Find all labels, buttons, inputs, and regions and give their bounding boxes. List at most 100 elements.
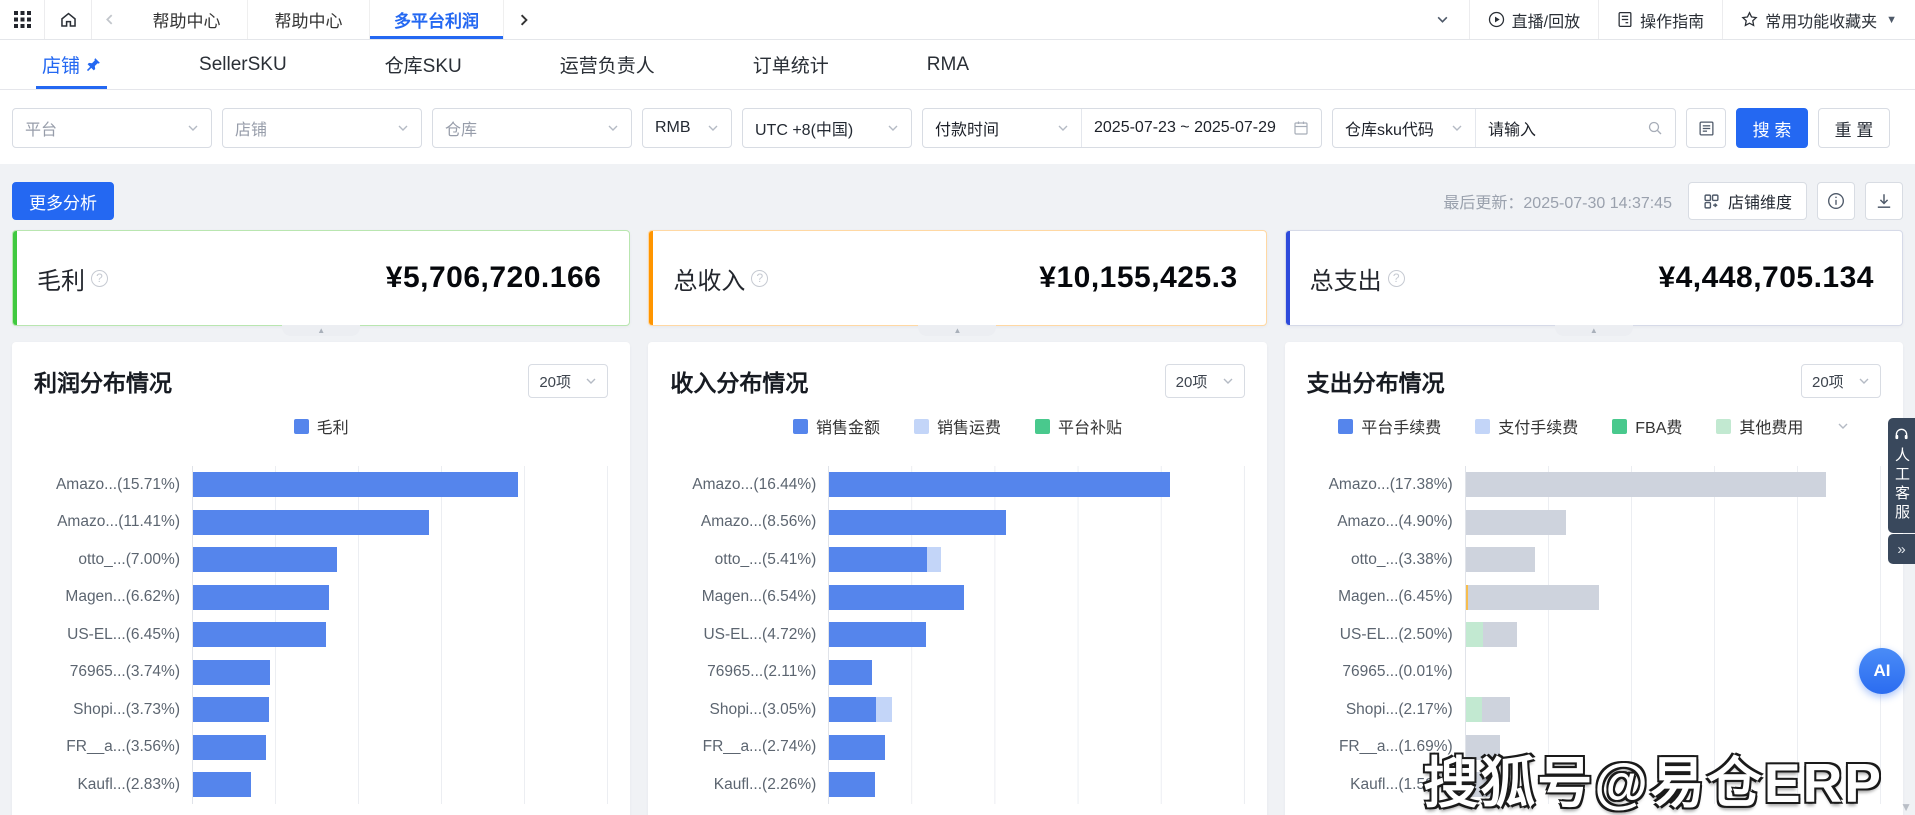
search-button[interactable]: 搜 索 bbox=[1736, 108, 1808, 148]
legend-item[interactable]: 销售金额 bbox=[793, 414, 880, 438]
legend-item[interactable]: 销售运费 bbox=[914, 414, 1001, 438]
bar-row[interactable] bbox=[828, 691, 1243, 729]
time-type-select[interactable]: 付款时间 bbox=[923, 109, 1081, 147]
bar-row[interactable] bbox=[828, 466, 1243, 504]
bar-segment bbox=[828, 510, 1006, 535]
warehouse-select[interactable]: 仓库 bbox=[432, 108, 632, 148]
bar-row[interactable] bbox=[192, 691, 607, 729]
bar-row[interactable] bbox=[1465, 579, 1880, 617]
search-icon bbox=[1647, 120, 1663, 136]
open-tab[interactable]: 多平台利润 bbox=[370, 0, 504, 39]
help-icon[interactable]: ? bbox=[1388, 270, 1405, 287]
item-count-select[interactable]: 20项 bbox=[1165, 364, 1245, 398]
help-icon[interactable]: ? bbox=[751, 270, 768, 287]
bar-row[interactable] bbox=[1465, 616, 1880, 654]
sku-search-input[interactable]: 请输入 bbox=[1475, 109, 1675, 147]
apps-grid-icon[interactable] bbox=[0, 0, 44, 39]
kpi-collapse-tab[interactable]: ▲ bbox=[918, 325, 996, 336]
bar-row[interactable] bbox=[1465, 691, 1880, 729]
legend-item[interactable]: 支付手续费 bbox=[1475, 414, 1578, 438]
reset-button[interactable]: 重 置 bbox=[1818, 108, 1890, 148]
scroll-down-icon[interactable]: ▼ bbox=[1900, 800, 1912, 814]
bar-row[interactable] bbox=[828, 654, 1243, 692]
shop-select[interactable]: 店铺 bbox=[222, 108, 422, 148]
bar-row[interactable] bbox=[192, 541, 607, 579]
live-replay-button[interactable]: 直播/回放 bbox=[1469, 0, 1598, 39]
bar-row[interactable] bbox=[828, 729, 1243, 767]
bar-segment bbox=[828, 660, 872, 685]
expense-distribution-panel: 支出分布情况 20项 平台手续费支付手续费FBA费其他费用 Amazo...(1… bbox=[1285, 342, 1903, 815]
shop-dimension-button[interactable]: 店铺维度 bbox=[1688, 182, 1807, 220]
time-type-value: 付款时间 bbox=[935, 116, 999, 140]
shop-dimension-label: 店铺维度 bbox=[1728, 189, 1792, 213]
bar-row[interactable] bbox=[192, 466, 607, 504]
bar-segment bbox=[192, 510, 429, 535]
customer-service-tab[interactable]: 人工客服 bbox=[1888, 418, 1915, 533]
dimension-tab-shop[interactable]: 店铺 bbox=[42, 40, 101, 89]
dimension-tab-rma[interactable]: RMA bbox=[927, 40, 969, 89]
download-button[interactable] bbox=[1865, 182, 1903, 220]
kpi-collapse-tab[interactable]: ▲ bbox=[282, 325, 360, 336]
category-label: FR__a...(3.56%) bbox=[34, 729, 192, 767]
bar-row[interactable] bbox=[192, 504, 607, 542]
tab-scroll-left-icon[interactable] bbox=[92, 0, 126, 39]
bar-segment bbox=[1465, 472, 1826, 497]
bar-segment bbox=[1465, 697, 1483, 722]
bar-row[interactable] bbox=[1465, 654, 1880, 692]
bar-row[interactable] bbox=[828, 579, 1243, 617]
sku-type-select[interactable]: 仓库sku代码 bbox=[1333, 109, 1475, 147]
legend-label: 销售运费 bbox=[937, 414, 1001, 438]
ai-assistant-button[interactable]: AI bbox=[1859, 648, 1905, 694]
document-icon bbox=[1617, 11, 1633, 28]
open-tab[interactable]: 帮助中心 bbox=[248, 0, 370, 39]
item-count-select[interactable]: 20项 bbox=[528, 364, 608, 398]
bar-row[interactable] bbox=[828, 541, 1243, 579]
chart-legend: 毛利 bbox=[34, 414, 608, 438]
chevron-down-icon bbox=[187, 122, 199, 134]
dimension-tab-订单统计[interactable]: 订单统计 bbox=[753, 40, 829, 89]
guide-button[interactable]: 操作指南 bbox=[1598, 0, 1722, 39]
category-label: Amazo...(15.71%) bbox=[34, 466, 192, 504]
date-range-input[interactable]: 2025-07-23 ~ 2025-07-29 bbox=[1081, 109, 1321, 147]
dimension-tab-sellersku[interactable]: SellerSKU bbox=[199, 40, 287, 89]
legend-item[interactable]: 平台手续费 bbox=[1338, 414, 1441, 438]
kpi-collapse-tab[interactable]: ▲ bbox=[1555, 325, 1633, 336]
more-analysis-button[interactable]: 更多分析 bbox=[12, 182, 114, 220]
open-tab[interactable]: 帮助中心 bbox=[126, 0, 248, 39]
collapse-chevron-icon[interactable] bbox=[1416, 0, 1469, 39]
bar-row[interactable] bbox=[192, 616, 607, 654]
legend-item[interactable]: 毛利 bbox=[294, 414, 349, 438]
dropdown-arrow-icon: ▼ bbox=[1886, 14, 1897, 26]
bar-row[interactable] bbox=[1465, 729, 1880, 767]
legend-item[interactable]: 平台补贴 bbox=[1035, 414, 1122, 438]
dimension-tab-仓库sku[interactable]: 仓库SKU bbox=[385, 40, 462, 89]
bar-row[interactable] bbox=[192, 766, 607, 804]
pin-icon bbox=[86, 57, 101, 72]
bar-row[interactable] bbox=[828, 616, 1243, 654]
bar-row[interactable] bbox=[1465, 504, 1880, 542]
batch-input-button[interactable] bbox=[1686, 108, 1726, 148]
help-icon[interactable]: ? bbox=[91, 270, 108, 287]
bar-row[interactable] bbox=[1465, 466, 1880, 504]
timezone-select[interactable]: UTC +8(中国) bbox=[742, 108, 912, 148]
legend-item[interactable]: 其他费用 bbox=[1716, 414, 1803, 438]
bar-row[interactable] bbox=[192, 654, 607, 692]
panel-collapse-tab[interactable]: » bbox=[1888, 534, 1915, 564]
home-icon[interactable] bbox=[44, 0, 92, 39]
bar-plot-area bbox=[192, 466, 608, 804]
platform-select[interactable]: 平台 bbox=[12, 108, 212, 148]
bar-row[interactable] bbox=[828, 766, 1243, 804]
legend-item[interactable]: FBA费 bbox=[1612, 414, 1682, 438]
dimension-tab-运营负责人[interactable]: 运营负责人 bbox=[560, 40, 655, 89]
bar-row[interactable] bbox=[192, 729, 607, 767]
bar-row[interactable] bbox=[828, 504, 1243, 542]
item-count-select[interactable]: 20项 bbox=[1801, 364, 1881, 398]
tab-scroll-right-icon[interactable] bbox=[504, 0, 544, 39]
bar-row[interactable] bbox=[192, 579, 607, 617]
info-button[interactable] bbox=[1817, 182, 1855, 220]
bar-row[interactable] bbox=[1465, 766, 1880, 804]
favorites-button[interactable]: 常用功能收藏夹 ▼ bbox=[1722, 0, 1915, 39]
bar-row[interactable] bbox=[1465, 541, 1880, 579]
currency-select[interactable]: RMB bbox=[642, 108, 732, 148]
legend-scroll-icon[interactable] bbox=[1837, 420, 1849, 432]
